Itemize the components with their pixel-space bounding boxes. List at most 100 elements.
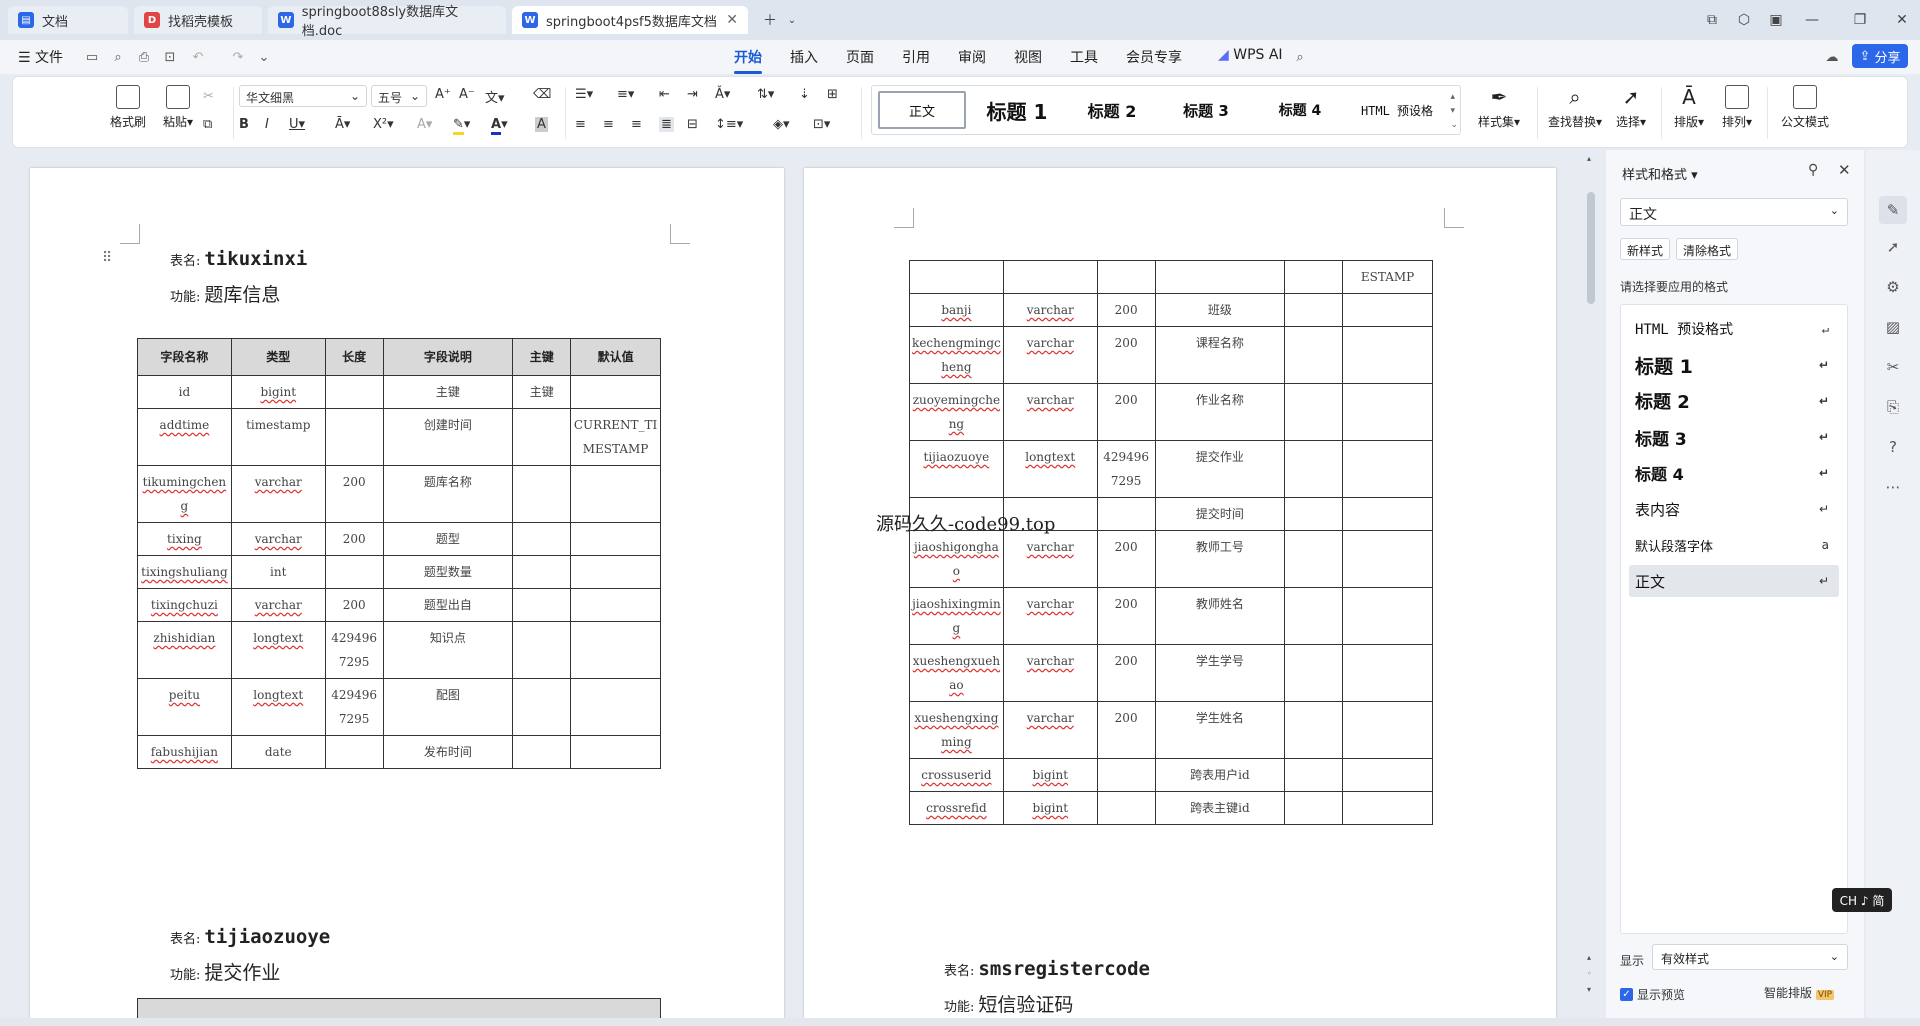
font-name-select[interactable]: 华文细黑 ⌄ — [239, 85, 367, 107]
schema-table-tijiaozuoye-cont[interactable]: ESTAMP banji varchar 200 班级 kechengmingcheng v… — [909, 260, 1433, 825]
table-row[interactable]: ESTAMP — [909, 260, 1433, 294]
pk-cell[interactable] — [1284, 530, 1344, 588]
type-cell[interactable]: varchar — [230, 522, 326, 556]
field-name-cell[interactable]: kechengmingcheng — [909, 326, 1004, 384]
close-window-icon[interactable]: ✕ — [1890, 8, 1914, 32]
default-cell[interactable] — [1342, 383, 1433, 441]
bold-icon[interactable]: B — [239, 117, 249, 132]
type-cell[interactable]: bigint — [1002, 791, 1098, 825]
distribute-icon[interactable]: ⊟ — [687, 117, 698, 132]
field-name-cell[interactable]: tixing — [137, 522, 232, 556]
default-cell[interactable] — [1342, 326, 1433, 384]
length-cell[interactable]: 200 — [324, 465, 384, 523]
type-cell[interactable]: longtext — [1002, 440, 1098, 498]
window-mode-icon[interactable]: ⧉ — [1700, 8, 1724, 32]
table-row[interactable]: zhishidian longtext 4294967295 知识点 — [137, 621, 661, 679]
column-header[interactable]: 字段名称 — [137, 338, 232, 376]
default-cell[interactable] — [570, 555, 661, 589]
tab-docer[interactable]: D 找稻壳模板 — [134, 6, 262, 34]
pk-cell[interactable] — [512, 555, 572, 589]
restore-icon[interactable]: ❐ — [1848, 8, 1872, 32]
length-cell[interactable]: 4294967295 — [324, 678, 384, 736]
show-marks-icon[interactable]: ⊞ — [827, 87, 838, 102]
table-row[interactable]: tixingshuliang int 题型数量 — [137, 555, 661, 589]
description-cell[interactable]: 创建时间 — [382, 408, 514, 466]
text-direction-icon[interactable]: Ǎ▾ — [715, 87, 730, 102]
table-row[interactable]: tikumingcheng varchar 200 题库名称 — [137, 465, 661, 523]
tools-icon[interactable]: ✂ — [1882, 356, 1904, 378]
type-cell[interactable]: timestamp — [230, 408, 326, 466]
style-normal[interactable]: 正文 — [878, 91, 966, 129]
default-cell[interactable] — [1342, 440, 1433, 498]
increase-indent-icon[interactable]: ⇥ — [687, 87, 698, 102]
export-pdf-icon[interactable]: ⌕ — [110, 49, 126, 65]
type-cell[interactable]: varchar — [1002, 326, 1098, 384]
menu-page[interactable]: 页面 — [846, 47, 874, 67]
length-cell[interactable] — [324, 555, 384, 589]
length-cell[interactable]: 200 — [1096, 326, 1156, 384]
menu-start[interactable]: 开始 — [734, 47, 762, 74]
cube-icon[interactable]: ⬡ — [1732, 8, 1756, 32]
field-name-cell[interactable]: tixingchuzi — [137, 588, 232, 622]
table-row[interactable]: addtime timestamp 创建时间 CURRENT_TIMESTAMP — [137, 408, 661, 466]
default-cell[interactable] — [570, 522, 661, 556]
pk-cell[interactable]: 主键 — [512, 375, 572, 409]
description-cell[interactable]: 提交作业 — [1154, 440, 1286, 498]
default-cell[interactable] — [570, 678, 661, 736]
tab-doc-4psf5[interactable]: W springboot4psf5数据库文档 ✕ — [512, 6, 748, 34]
select-button[interactable]: ➚ 选择▾ — [1609, 85, 1653, 130]
field-name-cell[interactable]: fabushijian — [137, 735, 232, 769]
pk-cell[interactable] — [1284, 383, 1344, 441]
style-list-item[interactable]: 标题 2 ↵ — [1629, 385, 1839, 417]
default-cell[interactable] — [1342, 758, 1433, 792]
field-name-cell[interactable]: xueshengxuehao — [909, 644, 1004, 702]
default-cell[interactable] — [570, 465, 661, 523]
underline-icon[interactable]: U▾ — [289, 117, 305, 132]
column-header[interactable]: 类型 — [230, 338, 326, 376]
table-row[interactable]: tixing varchar 200 题型 — [137, 522, 661, 556]
print-icon[interactable]: ⎙ — [136, 49, 152, 65]
style-heading-1[interactable]: 标题 1 — [972, 91, 1062, 129]
drag-handle-icon[interactable]: ⠿ — [102, 250, 112, 266]
menu-review[interactable]: 审阅 — [958, 47, 986, 67]
current-style-select[interactable]: 正文 ⌄ — [1620, 198, 1848, 226]
field-name-cell[interactable]: jiaoshixingming — [909, 587, 1004, 645]
pk-cell[interactable] — [1284, 791, 1344, 825]
length-cell[interactable] — [1096, 260, 1156, 294]
tab-doc-88sly[interactable]: W springboot88sly数据库文档.doc — [268, 5, 506, 39]
description-cell[interactable]: 题型 — [382, 522, 514, 556]
show-select[interactable]: 有效样式 ⌄ — [1652, 944, 1848, 970]
column-header[interactable]: 默认值 — [570, 338, 661, 376]
description-cell[interactable]: 课程名称 — [1154, 326, 1286, 384]
pk-cell[interactable] — [512, 465, 572, 523]
picture-icon[interactable]: ▨ — [1882, 316, 1904, 338]
file-menu[interactable]: ☰ 文件 — [18, 47, 63, 67]
length-cell[interactable] — [324, 735, 384, 769]
page-right[interactable]: ESTAMP banji varchar 200 班级 kechengmingcheng v… — [804, 168, 1556, 1026]
description-cell[interactable]: 教师姓名 — [1154, 587, 1286, 645]
menu-reference[interactable]: 引用 — [902, 47, 930, 67]
border-icon[interactable]: ⊡▾ — [813, 117, 830, 132]
column-header[interactable]: 字段说明 — [382, 338, 514, 376]
highlight-icon[interactable]: ✎▾ — [453, 117, 470, 135]
style-heading-3[interactable]: 标题 3 — [1162, 91, 1250, 129]
default-cell[interactable] — [1342, 701, 1433, 759]
more-icon[interactable]: ⌄ — [256, 49, 272, 65]
superscript-icon[interactable]: X²▾ — [373, 117, 394, 132]
pk-cell[interactable] — [512, 735, 572, 769]
pk-cell[interactable] — [1284, 758, 1344, 792]
sort-az-icon[interactable]: ⇣ — [799, 87, 810, 102]
description-cell[interactable]: 班级 — [1154, 293, 1286, 327]
italic-icon[interactable]: I — [265, 117, 269, 132]
pk-cell[interactable] — [512, 678, 572, 736]
copy-icon[interactable]: ⧉ — [203, 117, 212, 132]
length-cell[interactable]: 200 — [1096, 530, 1156, 588]
description-cell[interactable]: 提交时间 — [1154, 497, 1286, 531]
type-cell[interactable]: varchar — [1002, 587, 1098, 645]
table-row[interactable]: tijiaozuoye longtext 4294967295 提交作业 — [909, 440, 1433, 498]
type-cell[interactable]: varchar — [1002, 644, 1098, 702]
length-cell[interactable] — [1096, 758, 1156, 792]
length-cell[interactable]: 200 — [1096, 383, 1156, 441]
field-name-cell[interactable]: banji — [909, 293, 1004, 327]
length-cell[interactable]: 200 — [324, 588, 384, 622]
